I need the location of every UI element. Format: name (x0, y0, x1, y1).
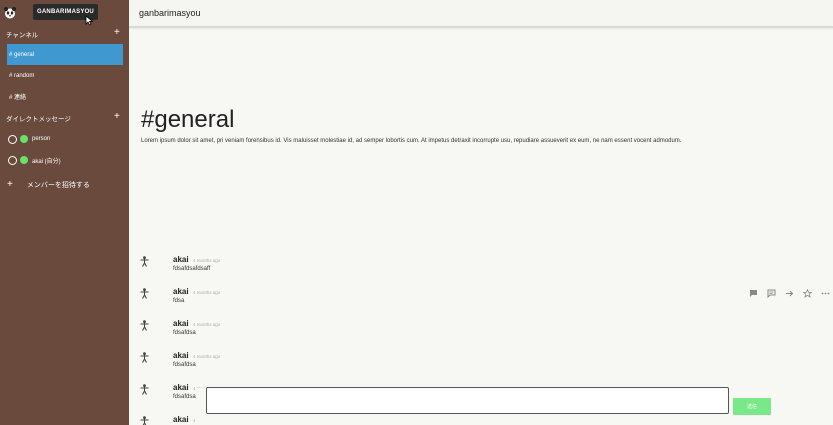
workspace-title: ganbarimasyou (139, 8, 201, 18)
user-avatar-icon (140, 288, 149, 299)
message-time: 4 months ago (193, 290, 221, 295)
dm-item-person[interactable]: person (8, 133, 50, 145)
user-avatar-icon (140, 256, 149, 267)
channel-description: Lorem ipsum dolor sit amet, pri veniam f… (141, 138, 682, 144)
message-item[interactable]: akai 4 months ago fdsa (140, 287, 700, 315)
message-time: 4 months ago (193, 322, 221, 327)
dm-label: akai (自分) (32, 158, 61, 165)
sidebar-item-general[interactable]: # general (7, 44, 123, 65)
add-channel-button[interactable]: + (114, 28, 120, 38)
message-text: fdsafdsa (173, 394, 196, 400)
comment-icon[interactable] (748, 288, 759, 299)
message-author[interactable]: akai (173, 383, 189, 392)
share-arrow-icon[interactable] (784, 288, 795, 299)
user-avatar-icon (140, 320, 149, 331)
message-time: 4 months ago (193, 258, 221, 263)
message-input[interactable] (206, 387, 729, 414)
sidebar-item-random[interactable]: # random (7, 65, 123, 86)
message-item[interactable]: akai 4 months ago fdsafdsafdsaff (140, 255, 700, 283)
reply-icon[interactable] (766, 288, 777, 299)
online-status-icon (20, 156, 28, 164)
message-text: fdsafdsa (173, 330, 196, 336)
message-actions (748, 288, 831, 299)
status-ring-icon (8, 155, 17, 165)
message-text: fdsafdsa (173, 362, 196, 368)
dm-heading: ダイレクトメッセージ (6, 116, 71, 123)
message-author[interactable]: akai (173, 319, 189, 328)
message-time: 4 months ago (193, 354, 221, 359)
more-icon[interactable] (820, 288, 831, 299)
message-author[interactable]: akai (173, 287, 189, 296)
user-avatar-icon (140, 384, 149, 395)
top-bar: ganbarimasyou (129, 0, 833, 28)
dm-label: person (32, 136, 51, 142)
add-dm-button[interactable]: + (114, 112, 120, 122)
message-author[interactable]: akai (173, 351, 189, 360)
message-text: fdsafdsafdsaff (173, 266, 211, 272)
user-avatar-icon (140, 352, 149, 363)
sidebar: GANBARIMASYOU チャンネル + # general # random… (0, 0, 129, 425)
online-status-icon (20, 135, 28, 143)
mouse-pointer-icon (85, 15, 94, 26)
message-author[interactable]: akai (173, 255, 189, 264)
star-icon[interactable] (802, 288, 813, 299)
plus-icon: + (7, 179, 13, 190)
channels-heading: チャンネル (6, 32, 39, 39)
user-avatar-icon (140, 416, 149, 425)
channel-title: #general (141, 106, 235, 133)
send-button[interactable]: 送信 (733, 398, 771, 415)
message-item[interactable]: akai 4 months ago fdsafdsa (140, 319, 700, 347)
dm-item-self[interactable]: akai (自分) (8, 154, 61, 166)
status-ring-icon (8, 134, 17, 144)
message-item[interactable]: akai 4 months ago fdsafdsa (140, 351, 700, 379)
panda-logo-icon (4, 7, 16, 19)
sidebar-item-renraku[interactable]: # 連絡 (7, 86, 123, 107)
message-author[interactable]: akai (173, 415, 189, 424)
invite-label: メンバーを招待する (26, 181, 90, 189)
message-text: fdsa (173, 298, 185, 304)
invite-members-button[interactable]: + メンバーを招待する (7, 179, 90, 190)
